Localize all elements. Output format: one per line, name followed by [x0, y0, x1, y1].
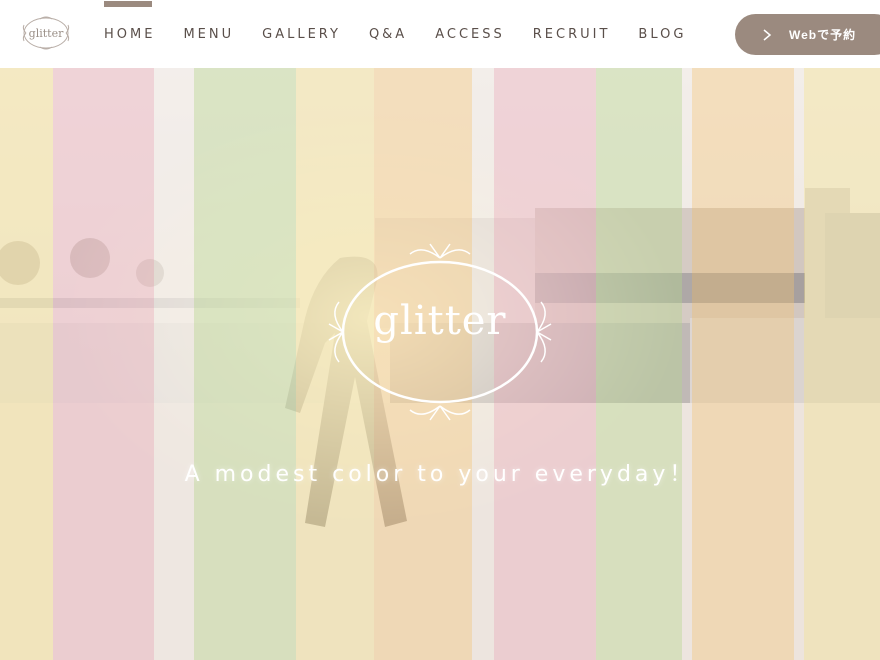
main-nav: HOME MENU GALLERY Q&A ACCESS RECRUIT BLO…: [104, 0, 714, 68]
nav-item-home[interactable]: HOME: [104, 0, 155, 42]
nav-item-qa[interactable]: Q&A: [369, 27, 407, 42]
logo[interactable]: glitter: [20, 12, 72, 54]
hero-section: glitter A modest color to your everyday！: [0, 68, 880, 660]
nav-item-gallery[interactable]: GALLERY: [262, 27, 341, 42]
chevron-right-icon: [763, 28, 772, 41]
web-reservation-button[interactable]: Webで予約: [735, 14, 880, 55]
hero-emblem: glitter: [323, 240, 557, 422]
hero-emblem-text: glitter: [373, 298, 507, 344]
nav-item-menu[interactable]: MENU: [183, 27, 234, 42]
nav-item-blog[interactable]: BLOG: [638, 27, 686, 42]
hero-tagline: A modest color to your everyday！: [184, 462, 696, 487]
site-header: glitter HOME MENU GALLERY Q&A ACCESS REC…: [0, 0, 880, 68]
logo-text: glitter: [28, 26, 64, 40]
web-reservation-label: Webで予約: [789, 28, 857, 42]
nav-item-access[interactable]: ACCESS: [435, 27, 505, 42]
nav-item-recruit[interactable]: RECRUIT: [533, 27, 611, 42]
